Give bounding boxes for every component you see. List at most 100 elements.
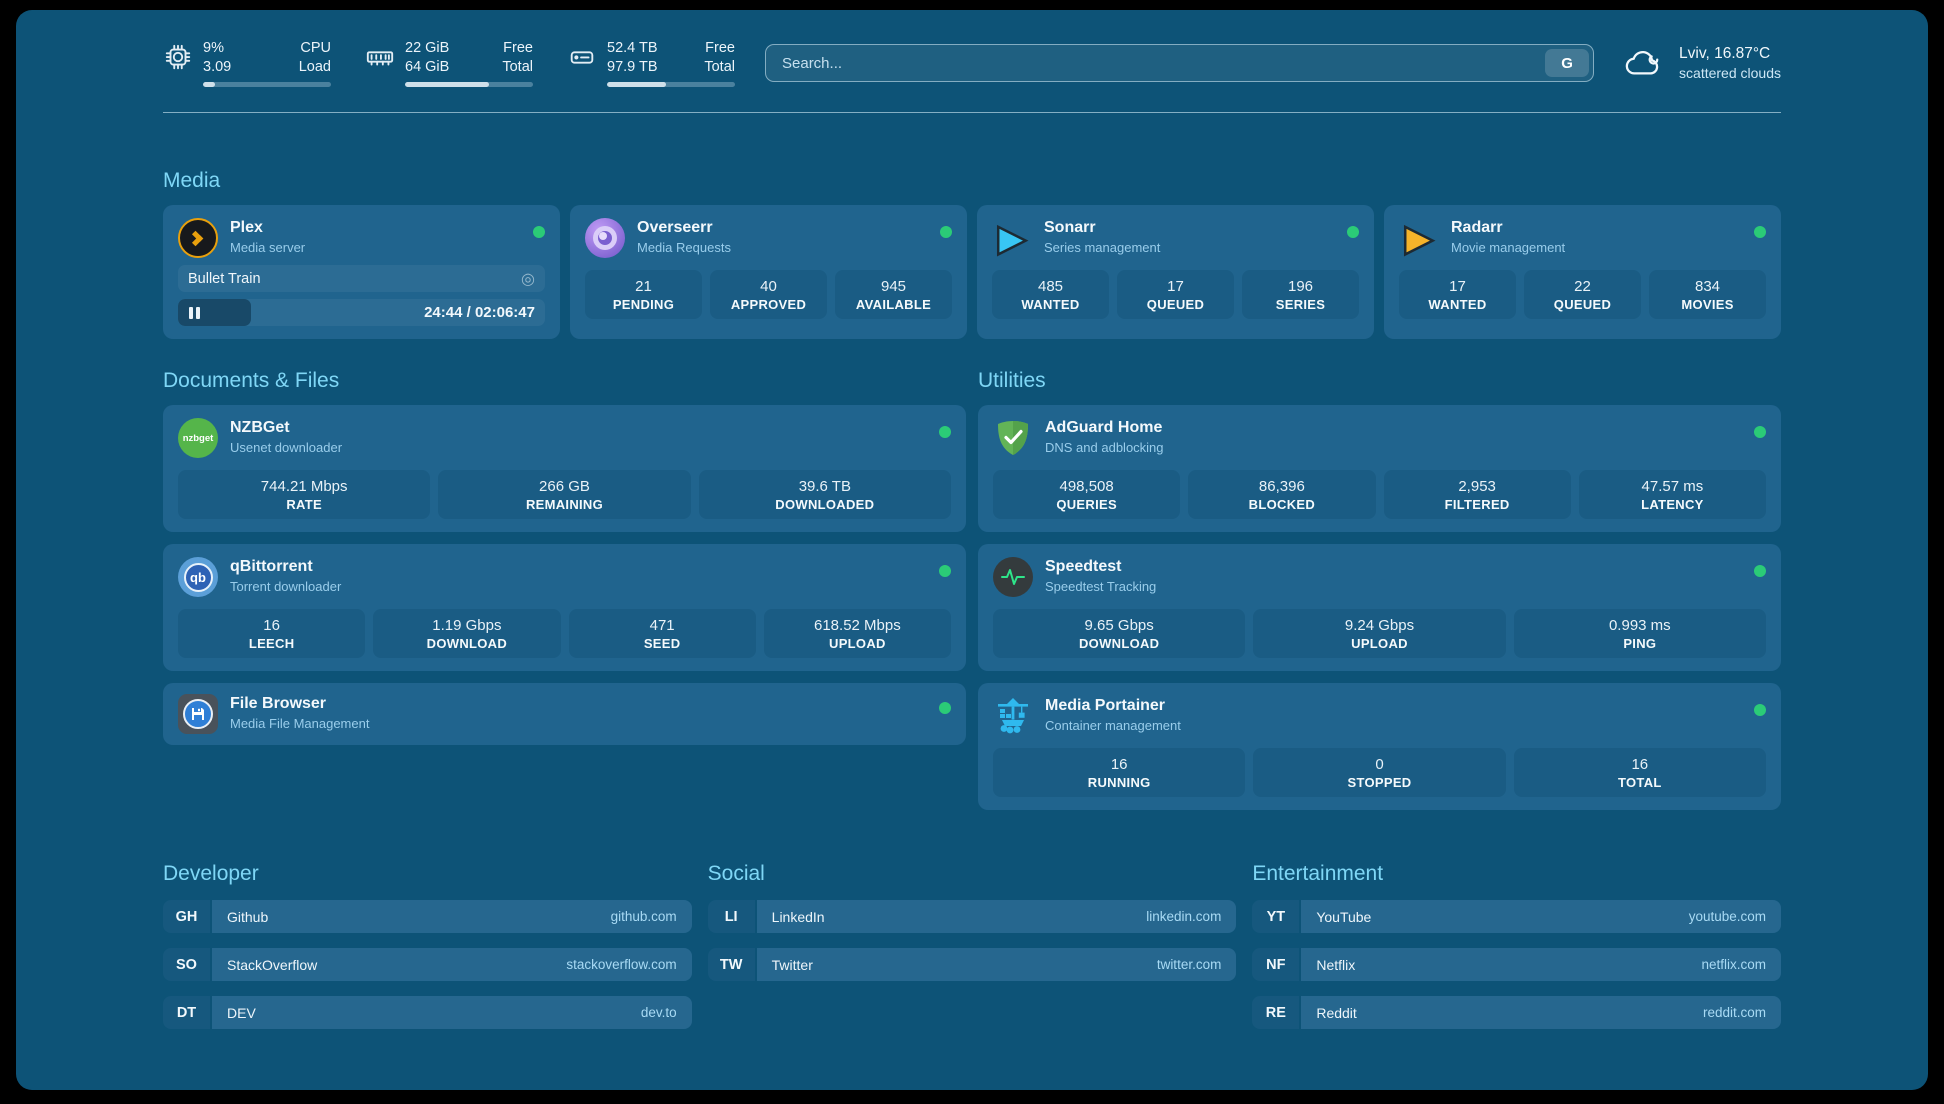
app-name: Radarr [1451, 219, 1565, 237]
memory-stat-widget: 22 GiB 64 GiB Free Total [365, 39, 533, 87]
card-radarr[interactable]: ▶ Radarr Movie management 17WANTED 22QUE… [1384, 205, 1781, 339]
bookmark-youtube[interactable]: YT YouTubeyoutube.com [1252, 900, 1781, 933]
portainer-icon [993, 696, 1033, 736]
card-overseerr[interactable]: Overseerr Media Requests 21PENDING 40APP… [570, 205, 967, 339]
app-name: AdGuard Home [1045, 419, 1164, 437]
app-name: NZBGet [230, 419, 342, 437]
stat-running: 16RUNNING [993, 748, 1245, 797]
bookmark-linkedin[interactable]: LI LinkedInlinkedin.com [708, 900, 1237, 933]
disk-free-value: 52.4 TB [607, 39, 658, 58]
app-name: File Browser [230, 695, 369, 713]
card-nzbget[interactable]: nzbget NZBGet Usenet downloader 744.21 M… [163, 405, 966, 532]
search-provider-button[interactable]: G [1545, 49, 1589, 77]
disk-progress-bar [607, 82, 735, 87]
app-description: Media File Management [230, 716, 369, 731]
cpu-stat-widget: 9% 3.09 CPU Load [163, 39, 331, 87]
radarr-icon: ▶ [1399, 218, 1439, 258]
filebrowser-icon [178, 694, 218, 734]
bookmark-group-social: Social LI LinkedInlinkedin.com TW Twitte… [708, 862, 1237, 1029]
search-bar: G [765, 44, 1594, 82]
bookmark-domain: stackoverflow.com [566, 957, 676, 972]
stat-series: 196SERIES [1242, 270, 1359, 319]
bookmark-abbr: DT [163, 996, 210, 1029]
stat-available: 945AVAILABLE [835, 270, 952, 319]
bookmark-abbr: NF [1252, 948, 1299, 981]
bookmark-reddit[interactable]: RE Reddit reddit.com [1252, 996, 1781, 1029]
plex-icon [178, 218, 218, 258]
app-name: Overseerr [637, 219, 731, 237]
status-indicator [939, 565, 951, 577]
bookmark-github[interactable]: GH Githubgithub.com [163, 900, 692, 933]
bookmark-dev[interactable]: DT DEVdev.to [163, 996, 692, 1029]
memory-total-value: 64 GiB [405, 58, 449, 77]
stat-blocked: 86,396BLOCKED [1188, 470, 1375, 519]
stat-seed: 471SEED [569, 609, 756, 658]
app-name: Media Portainer [1045, 697, 1181, 715]
disk-total-value: 97.9 TB [607, 58, 658, 77]
card-speedtest[interactable]: Speedtest Speedtest Tracking 9.65 GbpsDO… [978, 544, 1781, 671]
bookmark-group-entertainment: Entertainment YT YouTubeyoutube.com NF N… [1252, 862, 1781, 1029]
bookmark-name: DEV [227, 1005, 256, 1021]
app-description: Torrent downloader [230, 579, 341, 594]
section-title-social: Social [708, 862, 1237, 886]
card-plex[interactable]: Plex Media server Bullet Train 24:44 / 0… [163, 205, 560, 339]
app-name: Speedtest [1045, 558, 1156, 576]
stat-downloaded: 39.6 TBDOWNLOADED [699, 470, 951, 519]
app-description: Speedtest Tracking [1045, 579, 1156, 594]
search-input[interactable] [765, 44, 1594, 82]
stat-queued: 17QUEUED [1117, 270, 1234, 319]
bookmark-domain: reddit.com [1703, 1005, 1766, 1020]
memory-total-label: Total [502, 58, 533, 77]
cpu-load-value: 3.09 [203, 58, 231, 77]
bookmark-name: Twitter [772, 957, 813, 973]
stat-wanted: 485WANTED [992, 270, 1109, 319]
cpu-icon [163, 42, 193, 72]
bookmark-name: LinkedIn [772, 909, 825, 925]
app-description: Media Requests [637, 240, 731, 255]
card-adguard[interactable]: AdGuard Home DNS and adblocking 498,508Q… [978, 405, 1781, 532]
bookmark-netflix[interactable]: NF Netflixnetflix.com [1252, 948, 1781, 981]
card-sonarr[interactable]: ▶ Sonarr Series management 485WANTED 17Q… [977, 205, 1374, 339]
status-indicator [1754, 565, 1766, 577]
bookmark-abbr: SO [163, 948, 210, 981]
app-name: Plex [230, 219, 305, 237]
bookmark-domain: linkedin.com [1146, 909, 1221, 924]
stat-ping: 0.993 msPING [1514, 609, 1766, 658]
bookmark-abbr: TW [708, 948, 755, 981]
section-title-media: Media [163, 169, 1781, 193]
bookmark-twitter[interactable]: TW Twittertwitter.com [708, 948, 1237, 981]
speedtest-icon [993, 557, 1033, 597]
gear-icon[interactable] [521, 269, 535, 289]
disk-stat-widget: 52.4 TB 97.9 TB Free Total [567, 39, 735, 87]
section-title-entertainment: Entertainment [1252, 862, 1781, 886]
pause-button[interactable] [189, 307, 200, 319]
app-description: DNS and adblocking [1045, 440, 1164, 455]
card-portainer[interactable]: Media Portainer Container management 16R… [978, 683, 1781, 810]
stat-queries: 498,508QUERIES [993, 470, 1180, 519]
bookmark-name: YouTube [1316, 909, 1371, 925]
bookmark-name: Github [227, 909, 268, 925]
card-qbittorrent[interactable]: qb qBittorrent Torrent downloader 16LEEC… [163, 544, 966, 671]
player-progress-row: 24:44 / 02:06:47 [178, 299, 545, 326]
now-playing-title: Bullet Train [188, 271, 261, 287]
cloud-icon [1624, 47, 1666, 79]
memory-free-value: 22 GiB [405, 39, 449, 58]
cpu-load-label: Load [299, 58, 331, 77]
disk-free-label: Free [705, 39, 735, 58]
section-media: Media Plex Media server Bullet Train [163, 169, 1781, 339]
section-title-developer: Developer [163, 862, 692, 886]
section-title-utilities: Utilities [978, 369, 1781, 393]
header-divider [163, 112, 1781, 113]
bookmark-domain: netflix.com [1701, 957, 1766, 972]
bookmark-abbr: RE [1252, 996, 1299, 1029]
status-indicator [939, 426, 951, 438]
card-filebrowser[interactable]: File Browser Media File Management [163, 683, 966, 745]
status-indicator [1347, 226, 1359, 238]
status-indicator [1754, 426, 1766, 438]
nzbget-icon: nzbget [178, 418, 218, 458]
bookmark-name: Reddit [1316, 1005, 1356, 1021]
weather-location-temp: Lviv, 16.87°C [1679, 45, 1781, 63]
app-name: qBittorrent [230, 558, 341, 576]
bookmark-stackoverflow[interactable]: SO StackOverflowstackoverflow.com [163, 948, 692, 981]
adguard-icon [993, 418, 1033, 458]
